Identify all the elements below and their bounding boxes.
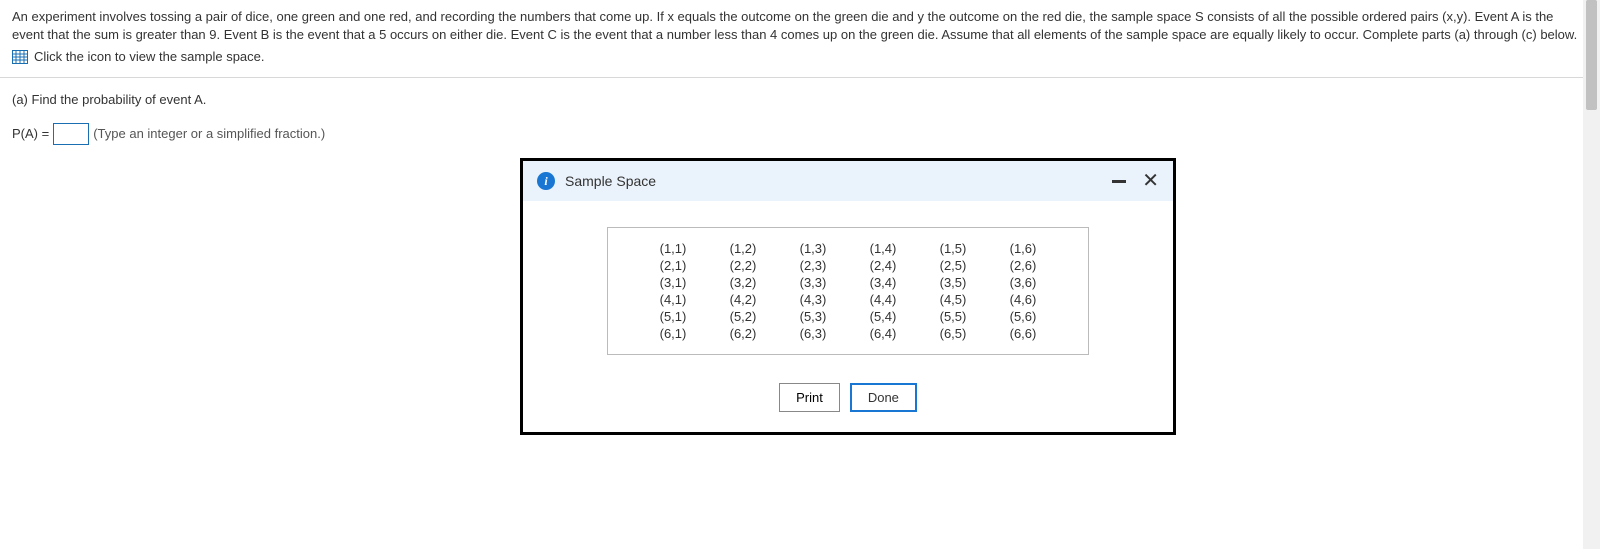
divider (0, 77, 1600, 78)
table-cell: (6,5) (918, 325, 988, 342)
table-row: (3,1)(3,2)(3,3)(3,4)(3,5)(3,6) (638, 274, 1058, 291)
modal-header: i Sample Space ✕ (523, 161, 1173, 201)
info-icon: i (537, 172, 555, 190)
table-cell: (1,5) (918, 240, 988, 257)
done-button[interactable]: Done (850, 383, 917, 412)
sample-space-link[interactable]: Click the icon to view the sample space. (34, 48, 265, 66)
table-cell: (6,2) (708, 325, 778, 342)
table-cell: (6,6) (988, 325, 1058, 342)
table-cell: (1,2) (708, 240, 778, 257)
table-cell: (5,3) (778, 308, 848, 325)
table-cell: (2,3) (778, 257, 848, 274)
sample-space-modal: i Sample Space ✕ (1,1)(1,2)(1,3)(1,4)(1,… (520, 158, 1176, 435)
table-cell: (2,6) (988, 257, 1058, 274)
table-row: (1,1)(1,2)(1,3)(1,4)(1,5)(1,6) (638, 240, 1058, 257)
answer-hint: (Type an integer or a simplified fractio… (93, 126, 325, 141)
answer-prefix: P(A) = (12, 126, 49, 141)
table-cell: (3,2) (708, 274, 778, 291)
table-cell: (4,4) (848, 291, 918, 308)
table-cell: (5,4) (848, 308, 918, 325)
table-cell: (5,5) (918, 308, 988, 325)
modal-title: Sample Space (565, 173, 656, 189)
table-cell: (4,5) (918, 291, 988, 308)
sample-space-table: (1,1)(1,2)(1,3)(1,4)(1,5)(1,6)(2,1)(2,2)… (607, 227, 1089, 355)
table-row: (6,1)(6,2)(6,3)(6,4)(6,5)(6,6) (638, 325, 1058, 342)
table-cell: (4,6) (988, 291, 1058, 308)
table-cell: (4,3) (778, 291, 848, 308)
table-cell: (2,1) (638, 257, 708, 274)
table-cell: (3,4) (848, 274, 918, 291)
table-cell: (3,6) (988, 274, 1058, 291)
table-cell: (6,3) (778, 325, 848, 342)
table-cell: (1,6) (988, 240, 1058, 257)
minimize-icon[interactable] (1112, 180, 1126, 183)
question-text: An experiment involves tossing a pair of… (12, 8, 1588, 44)
table-cell: (2,2) (708, 257, 778, 274)
print-button[interactable]: Print (779, 383, 840, 412)
table-cell: (6,4) (848, 325, 918, 342)
sample-space-icon[interactable] (12, 50, 28, 64)
table-cell: (3,5) (918, 274, 988, 291)
part-a-label: (a) Find the probability of event A. (0, 84, 1600, 115)
table-cell: (1,3) (778, 240, 848, 257)
table-cell: (3,3) (778, 274, 848, 291)
close-icon[interactable]: ✕ (1142, 171, 1159, 191)
table-cell: (4,1) (638, 291, 708, 308)
table-row: (2,1)(2,2)(2,3)(2,4)(2,5)(2,6) (638, 257, 1058, 274)
answer-input[interactable] (53, 123, 89, 145)
table-cell: (3,1) (638, 274, 708, 291)
table-row: (5,1)(5,2)(5,3)(5,4)(5,5)(5,6) (638, 308, 1058, 325)
table-cell: (5,1) (638, 308, 708, 325)
table-row: (4,1)(4,2)(4,3)(4,4)(4,5)(4,6) (638, 291, 1058, 308)
vertical-scrollbar[interactable] (1583, 0, 1600, 549)
table-cell: (2,5) (918, 257, 988, 274)
table-cell: (5,6) (988, 308, 1058, 325)
table-cell: (1,1) (638, 240, 708, 257)
table-cell: (1,4) (848, 240, 918, 257)
table-cell: (5,2) (708, 308, 778, 325)
table-cell: (6,1) (638, 325, 708, 342)
table-cell: (4,2) (708, 291, 778, 308)
table-cell: (2,4) (848, 257, 918, 274)
